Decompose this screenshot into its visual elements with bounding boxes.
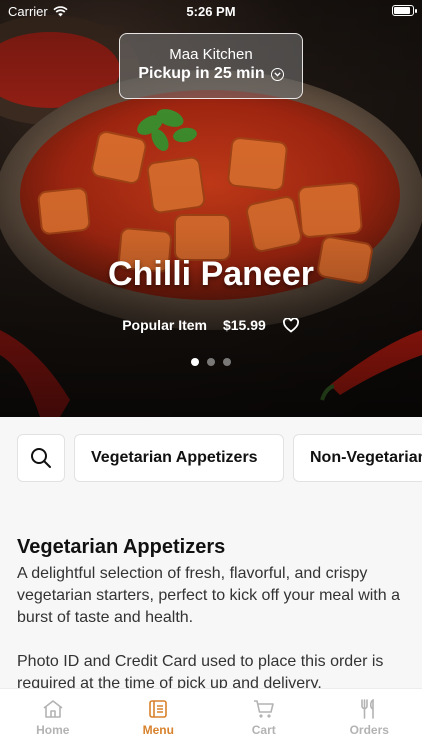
clock: 5:26 PM xyxy=(186,4,236,19)
heart-icon[interactable] xyxy=(282,316,300,334)
featured-item-title: Chilli Paneer xyxy=(108,255,314,293)
pickup-selector[interactable]: Maa Kitchen Pickup in 25 min xyxy=(119,33,303,99)
pickup-eta-label: Pickup in 25 min xyxy=(138,65,265,82)
popular-tag: Popular Item xyxy=(122,317,207,333)
tab-bar: Home Menu Cart Orders xyxy=(0,688,422,750)
featured-price: $15.99 xyxy=(222,317,266,333)
tab-cart-label: Cart xyxy=(251,723,276,737)
home-icon xyxy=(43,700,63,718)
carousel-dot[interactable] xyxy=(207,358,215,366)
menu-section: Vegetarian Appetizers A delightful selec… xyxy=(17,536,405,688)
hero-banner[interactable]: Carrier 5:26 PM Maa Kitchen Pickup in 25… xyxy=(0,0,422,417)
category-chip-non-vegetarian-appetizers[interactable]: Non-Vegetarian Appetizers xyxy=(293,434,422,482)
section-title: Vegetarian Appetizers xyxy=(17,536,226,558)
tab-menu-label: Menu xyxy=(142,723,174,737)
battery-level xyxy=(394,7,410,14)
carousel-dot[interactable] xyxy=(191,358,199,366)
menu-icon xyxy=(149,700,168,718)
battery-icon xyxy=(392,5,417,16)
order-policy-note: Photo ID and Credit Card used to place t… xyxy=(17,653,384,688)
tab-menu[interactable]: Menu xyxy=(106,689,212,750)
status-bar: Carrier 5:26 PM xyxy=(0,0,422,24)
category-bar: Vegetarian Appetizers Non-Vegetarian App… xyxy=(0,417,422,507)
chevron-down-icon xyxy=(270,67,284,81)
search-button[interactable] xyxy=(17,434,65,482)
category-chip-vegetarian-appetizers[interactable]: Vegetarian Appetizers xyxy=(74,434,284,482)
carousel-indicator[interactable] xyxy=(0,358,422,366)
tab-orders-label: Orders xyxy=(349,723,389,737)
featured-item-meta: Popular Item $15.99 xyxy=(0,316,422,334)
pickup-eta: Pickup in 25 min xyxy=(120,65,302,83)
restaurant-name: Maa Kitchen xyxy=(169,46,253,63)
cart-icon xyxy=(253,700,274,718)
utensils-icon xyxy=(361,699,375,719)
tab-cart[interactable]: Cart xyxy=(211,689,317,750)
tab-orders[interactable]: Orders xyxy=(317,689,422,750)
section-description: A delightful selection of fresh, flavorf… xyxy=(17,565,400,626)
tab-home[interactable]: Home xyxy=(0,689,106,750)
tab-home-label: Home xyxy=(36,723,70,737)
search-icon xyxy=(31,448,51,468)
carousel-dot[interactable] xyxy=(223,358,231,366)
